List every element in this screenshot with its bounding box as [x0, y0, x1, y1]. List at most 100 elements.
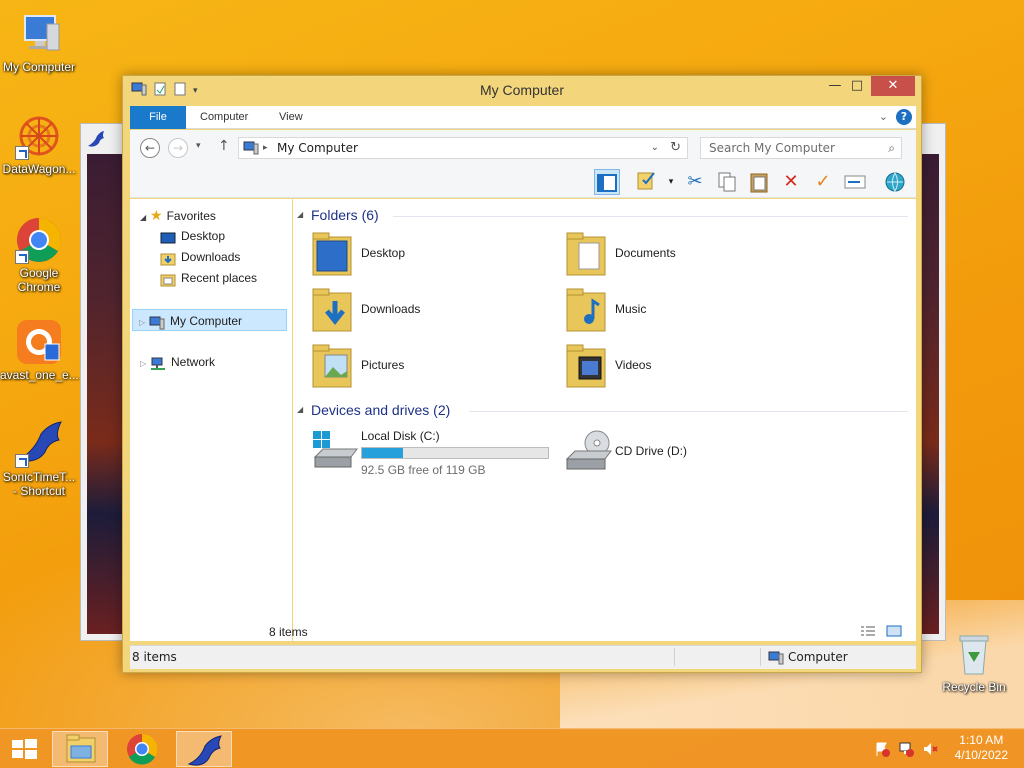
folder-tile-pictures[interactable]: Pictures: [301, 341, 541, 391]
desktop-icon-label: avast_one_e...: [0, 368, 79, 382]
up-button[interactable]: ↑: [218, 138, 230, 154]
desktop-icon-label: DataWagon...: [2, 162, 76, 176]
checkmark-icon[interactable]: ✓: [810, 169, 836, 195]
tab-view[interactable]: View: [279, 106, 303, 129]
tab-computer[interactable]: Computer: [200, 106, 248, 129]
status-divider: [674, 648, 675, 666]
pictures-folder-icon: [311, 341, 353, 389]
collapsed-arrow-icon[interactable]: ▷: [140, 353, 150, 375]
close-button[interactable]: ✕: [871, 76, 915, 96]
window-title: My Computer: [479, 82, 565, 98]
cut-icon[interactable]: ✂: [682, 169, 708, 195]
explorer-window[interactable]: ▾ My Computer — □ ✕ File Computer View ⌄…: [122, 75, 922, 673]
desktop-icon-label: My Computer: [2, 60, 76, 74]
folder-label: Music: [615, 302, 647, 316]
large-icons-view-icon[interactable]: [886, 625, 902, 640]
clock-date: 4/10/2022: [954, 748, 1008, 762]
taskbar-file-explorer[interactable]: [52, 731, 108, 767]
checklist-dropdown-icon[interactable]: ▾: [658, 169, 684, 195]
windows-logo-icon: [12, 739, 37, 759]
folder-label: Desktop: [361, 246, 406, 260]
tab-file[interactable]: File: [130, 106, 186, 129]
nav-label: Downloads: [181, 250, 241, 264]
shortcut-arrow-icon: [15, 250, 29, 264]
search-placeholder: Search My Computer: [709, 141, 835, 155]
folder-label: Documents: [615, 246, 676, 260]
content-pane: ◢ Folders (6) Desktop Documents Download…: [269, 199, 916, 641]
local-disk-icon: [311, 427, 358, 475]
desktop-icon-chrome[interactable]: Google Chrome: [0, 216, 78, 294]
copy-icon[interactable]: [714, 169, 740, 195]
collapsed-arrow-icon[interactable]: ▷: [139, 312, 149, 334]
breadcrumb-chevron-icon[interactable]: ▸: [263, 138, 268, 158]
taskbar-sonic[interactable]: [176, 731, 232, 767]
recent-locations-dropdown[interactable]: ▾: [196, 141, 201, 151]
item-count: 8 items: [269, 625, 308, 639]
drive-tile-c[interactable]: Local Disk (C:) 92.5 GB free of 119 GB: [301, 427, 551, 477]
title-bar[interactable]: ▾ My Computer — □ ✕: [123, 76, 921, 104]
folder-tile-videos[interactable]: Videos: [555, 341, 795, 391]
navigation-pane: ◢ ★ Favorites Desktop Downloads Recent pla…: [130, 199, 292, 641]
desktop-icon-datawagon[interactable]: DataWagon...: [0, 112, 78, 176]
search-input[interactable]: Search My Computer ⌕: [700, 137, 902, 159]
recycle-bin-icon: [950, 630, 998, 678]
start-button[interactable]: [0, 731, 48, 767]
address-text[interactable]: My Computer: [277, 138, 358, 158]
folder-tile-documents[interactable]: Documents: [555, 229, 795, 279]
status-item-count: 8 items: [132, 650, 177, 664]
chrome-icon: [127, 733, 158, 765]
desktop-icon-sonic[interactable]: SonicTimeT... - Shortcut: [0, 420, 78, 498]
address-dropdown-icon[interactable]: ⌄: [651, 138, 659, 158]
disk-usage-fill: [362, 448, 403, 458]
chrome-icon: [15, 216, 63, 264]
cd-drive-icon: [565, 427, 612, 475]
network-globe-icon[interactable]: [882, 169, 908, 195]
drive-free-space: 92.5 GB free of 119 GB: [361, 463, 486, 477]
taskbar-chrome[interactable]: [114, 731, 170, 767]
downloads-folder-icon: [311, 285, 353, 333]
nav-item-my-computer[interactable]: ▷ My Computer: [132, 309, 287, 331]
status-bar: 8 items Computer: [130, 645, 916, 669]
forward-button[interactable]: →: [168, 138, 188, 158]
details-view-icon[interactable]: [860, 625, 876, 640]
desktop-icon-recycle-bin[interactable]: Recycle Bin: [935, 630, 1013, 694]
status-zone: Computer: [788, 650, 848, 664]
action-center-flag-icon[interactable]: [874, 741, 890, 757]
expand-ribbon-icon[interactable]: ⌄: [879, 110, 888, 123]
desktop-icon-label: SonicTimeT... - Shortcut: [2, 470, 76, 498]
folders-group-header[interactable]: Folders (6): [311, 207, 379, 223]
preview-pane-icon[interactable]: [594, 169, 620, 195]
search-icon: ⌕: [888, 141, 895, 155]
volume-muted-icon[interactable]: [922, 741, 938, 757]
drives-group-header[interactable]: Devices and drives (2): [311, 402, 450, 418]
group-collapse-icon[interactable]: ◢: [297, 405, 303, 414]
nav-label: My Computer: [170, 314, 243, 328]
group-collapse-icon[interactable]: ◢: [297, 210, 303, 219]
address-bar[interactable]: ▸ My Computer ⌄ ↻: [238, 137, 688, 159]
disk-usage-bar: [361, 447, 549, 459]
nav-item-network[interactable]: ▷ Network: [130, 351, 290, 373]
drive-tile-d[interactable]: CD Drive (D:): [555, 427, 795, 477]
computer-icon: [768, 650, 784, 672]
desktop-icon-my-computer[interactable]: My Computer: [0, 10, 78, 74]
system-clock[interactable]: 1:10 AM 4/10/2022: [955, 733, 1008, 763]
nav-label: Network: [171, 355, 216, 369]
folder-tile-desktop[interactable]: Desktop: [301, 229, 541, 279]
status-divider: [760, 648, 761, 666]
paste-icon[interactable]: [746, 169, 772, 195]
rename-icon[interactable]: [842, 169, 868, 195]
folder-tile-music[interactable]: Music: [555, 285, 795, 335]
nav-item-desktop[interactable]: Desktop: [130, 225, 290, 247]
folder-tile-downloads[interactable]: Downloads: [301, 285, 541, 335]
delete-icon[interactable]: ✕: [778, 169, 804, 195]
help-icon[interactable]: ?: [896, 109, 912, 125]
desktop-icon-avast[interactable]: avast_one_e...: [0, 318, 79, 382]
navigation-bar: ← → ▾ ↑ ▸ My Computer ⌄ ↻ Search My Comp…: [130, 130, 916, 166]
nav-item-downloads[interactable]: Downloads: [130, 246, 290, 268]
properties-checklist-icon[interactable]: [634, 169, 660, 195]
back-button[interactable]: ←: [140, 138, 160, 158]
nav-item-recent-places[interactable]: Recent places: [130, 267, 290, 289]
network-status-icon[interactable]: [898, 741, 914, 757]
nav-favorites[interactable]: ◢ ★ Favorites: [130, 204, 290, 226]
refresh-icon[interactable]: ↻: [670, 138, 681, 158]
